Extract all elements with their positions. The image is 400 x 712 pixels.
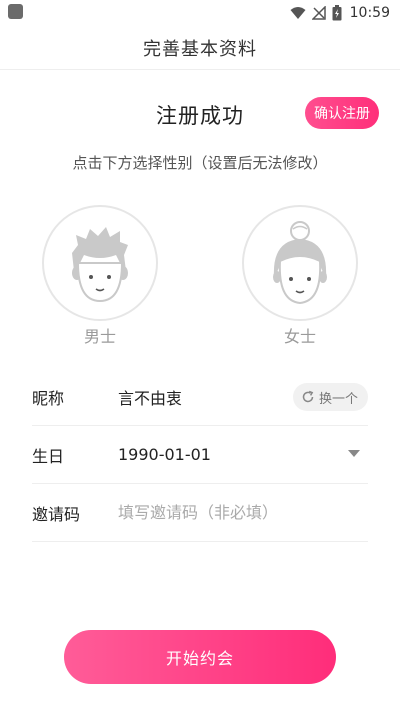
gender-option-male[interactable]: 男士	[42, 205, 158, 347]
invite-code-input[interactable]	[118, 503, 368, 522]
female-avatar-icon	[273, 221, 327, 305]
no-signal-icon	[311, 6, 326, 20]
app-notification-icon	[8, 4, 23, 19]
birthday-label: 生日	[32, 446, 65, 466]
change-nickname-label: 换一个	[318, 391, 358, 407]
gender-hint-text: 点击下方选择性别（设置后无法修改）	[72, 154, 328, 172]
change-nickname-button[interactable]: 换一个	[292, 383, 368, 411]
battery-charging-icon	[332, 5, 342, 21]
start-dating-button[interactable]: 开始约会	[64, 630, 336, 684]
invite-code-label: 邀请码	[32, 504, 81, 524]
profile-form: 昵称 言不由衷 换一个 生日 1990-01-01 邀请码	[32, 368, 368, 542]
gender-option-female[interactable]: 女士	[242, 205, 358, 347]
status-bar: 10:59	[0, 0, 400, 26]
status-time: 10:59	[349, 5, 390, 21]
gender-label-female: 女士	[283, 327, 316, 346]
chevron-down-icon[interactable]	[348, 450, 360, 457]
gender-label-male: 男士	[83, 327, 116, 346]
male-avatar-icon	[72, 227, 128, 303]
birthday-row[interactable]: 生日 1990-01-01	[32, 426, 368, 484]
wifi-icon	[290, 7, 306, 19]
title-bar: 完善基本资料	[0, 26, 400, 70]
confirm-register-button[interactable]: 确认注册	[305, 97, 379, 129]
invite-code-row: 邀请码	[32, 484, 368, 542]
female-avatar[interactable]	[242, 205, 358, 321]
page-title: 完善基本资料	[143, 38, 257, 60]
refresh-icon	[302, 390, 314, 403]
birthday-value[interactable]: 1990-01-01	[118, 445, 368, 464]
status-icons: 10:59	[290, 3, 390, 23]
nickname-row: 昵称 言不由衷 换一个	[32, 368, 368, 426]
male-avatar[interactable]	[42, 205, 158, 321]
nickname-label: 昵称	[32, 388, 65, 408]
